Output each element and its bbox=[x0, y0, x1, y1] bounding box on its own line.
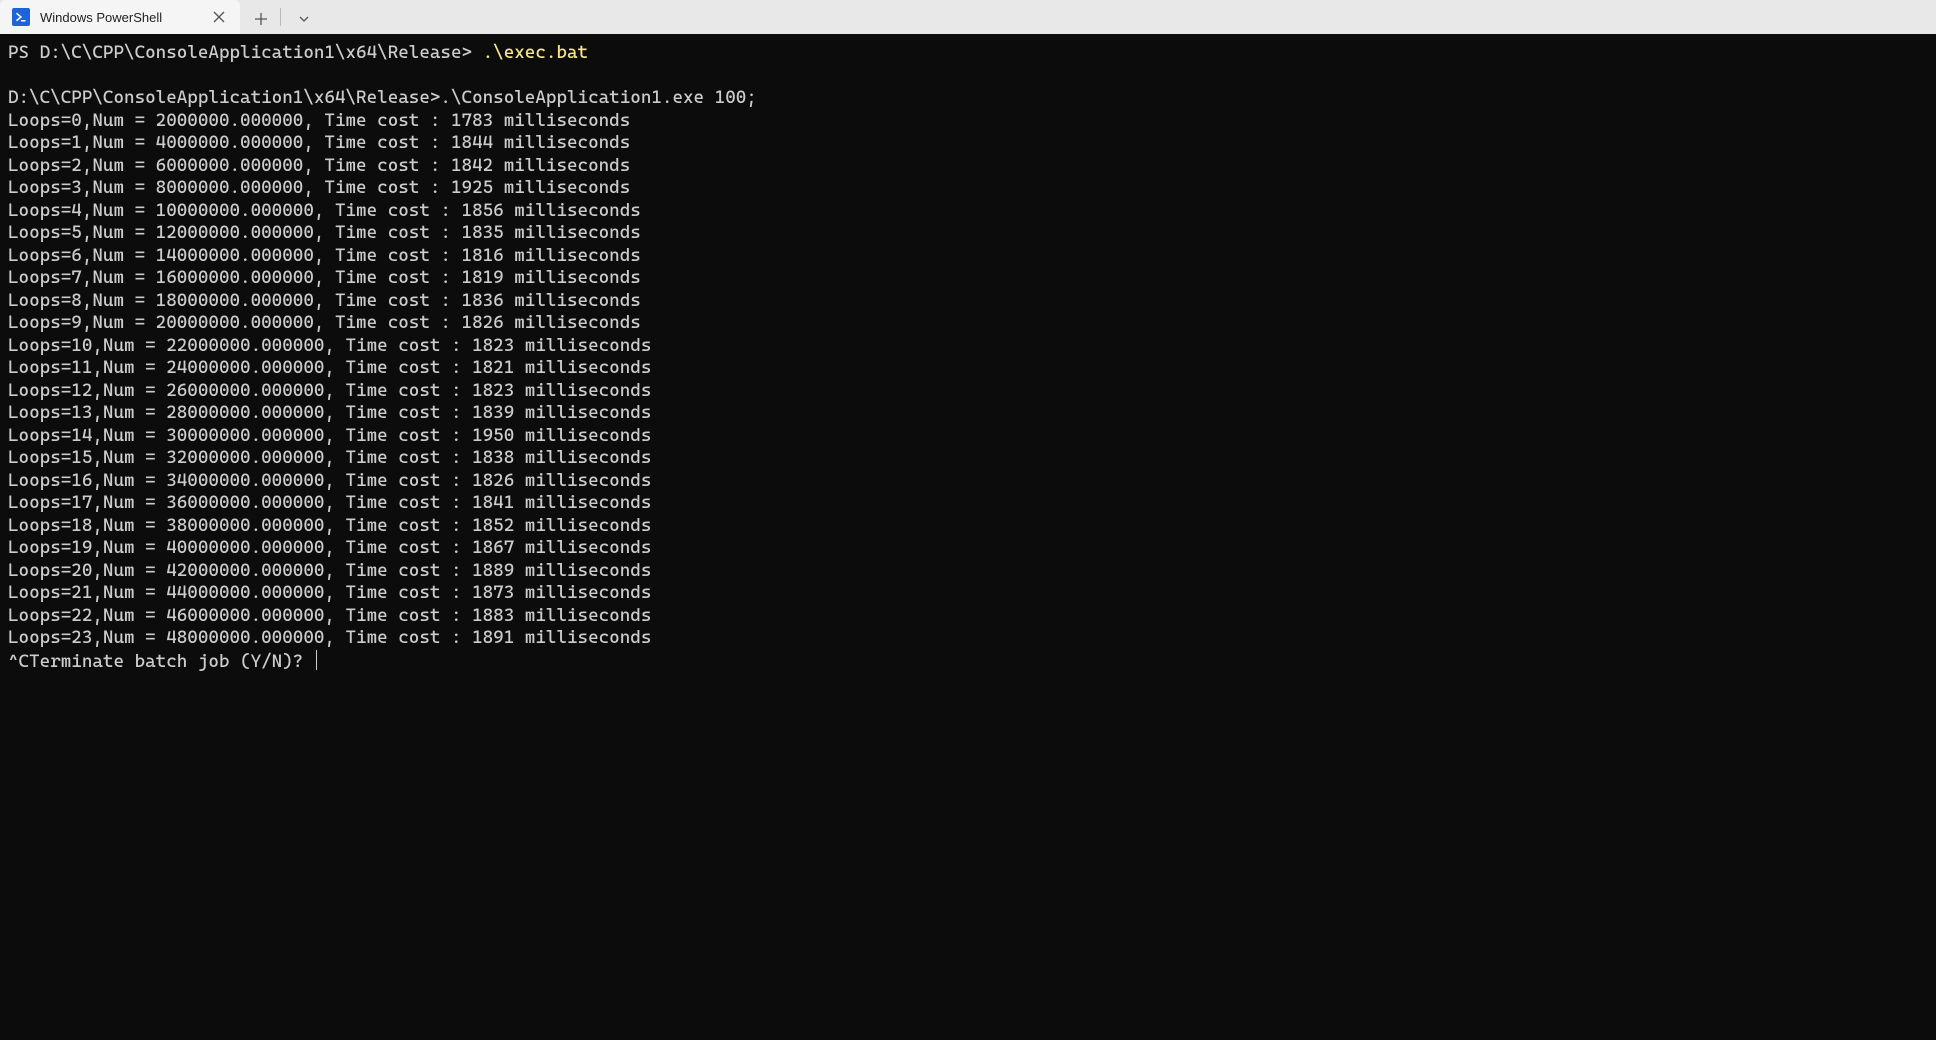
output-line: Loops=16,Num = 34000000.000000, Time cos… bbox=[8, 470, 1928, 493]
exec-line: D:\C\CPP\ConsoleApplication1\x64\Release… bbox=[8, 87, 1928, 110]
output-line: Loops=17,Num = 36000000.000000, Time cos… bbox=[8, 492, 1928, 515]
output-line: Loops=18,Num = 38000000.000000, Time cos… bbox=[8, 515, 1928, 538]
new-tab-button[interactable] bbox=[244, 4, 278, 34]
output-line: Loops=10,Num = 22000000.000000, Time cos… bbox=[8, 335, 1928, 358]
close-tab-button[interactable] bbox=[208, 6, 230, 28]
output-line: Loops=12,Num = 26000000.000000, Time cos… bbox=[8, 380, 1928, 403]
tab-title: Windows PowerShell bbox=[40, 10, 198, 25]
output-line: Loops=21,Num = 44000000.000000, Time cos… bbox=[8, 582, 1928, 605]
output-line: Loops=9,Num = 20000000.000000, Time cost… bbox=[8, 312, 1928, 335]
output-line: Loops=6,Num = 14000000.000000, Time cost… bbox=[8, 245, 1928, 268]
output-line: Loops=22,Num = 46000000.000000, Time cos… bbox=[8, 605, 1928, 628]
tab-powershell[interactable]: Windows PowerShell bbox=[0, 0, 240, 34]
output-line: Loops=8,Num = 18000000.000000, Time cost… bbox=[8, 290, 1928, 313]
output-line: Loops=23,Num = 48000000.000000, Time cos… bbox=[8, 627, 1928, 650]
output-line: Loops=11,Num = 24000000.000000, Time cos… bbox=[8, 357, 1928, 380]
output-line: Loops=13,Num = 28000000.000000, Time cos… bbox=[8, 402, 1928, 425]
output-line: Loops=5,Num = 12000000.000000, Time cost… bbox=[8, 222, 1928, 245]
terminate-prompt: ^CTerminate batch job (Y/N)? bbox=[8, 650, 1928, 674]
terminal-window: Windows PowerShell PS D:\C\CPP\ConsoleAp… bbox=[0, 0, 1936, 1040]
output-line: Loops=0,Num = 2000000.000000, Time cost … bbox=[8, 110, 1928, 133]
tab-dropdown-button[interactable] bbox=[287, 4, 321, 34]
cursor bbox=[316, 650, 317, 670]
output-line: Loops=14,Num = 30000000.000000, Time cos… bbox=[8, 425, 1928, 448]
output-line: Loops=3,Num = 8000000.000000, Time cost … bbox=[8, 177, 1928, 200]
output-line: Loops=15,Num = 32000000.000000, Time cos… bbox=[8, 447, 1928, 470]
output-line: Loops=7,Num = 16000000.000000, Time cost… bbox=[8, 267, 1928, 290]
tab-divider bbox=[280, 8, 281, 26]
output-line: Loops=20,Num = 42000000.000000, Time cos… bbox=[8, 560, 1928, 583]
output-line: Loops=2,Num = 6000000.000000, Time cost … bbox=[8, 155, 1928, 178]
blank-line bbox=[8, 65, 1928, 88]
output-line: Loops=19,Num = 40000000.000000, Time cos… bbox=[8, 537, 1928, 560]
output-line: Loops=1,Num = 4000000.000000, Time cost … bbox=[8, 132, 1928, 155]
output-line: Loops=4,Num = 10000000.000000, Time cost… bbox=[8, 200, 1928, 223]
prompt-line: PS D:\C\CPP\ConsoleApplication1\x64\Rele… bbox=[8, 42, 1928, 65]
title-bar: Windows PowerShell bbox=[0, 0, 1936, 34]
powershell-icon bbox=[12, 8, 30, 26]
terminal-output[interactable]: PS D:\C\CPP\ConsoleApplication1\x64\Rele… bbox=[0, 34, 1936, 1040]
